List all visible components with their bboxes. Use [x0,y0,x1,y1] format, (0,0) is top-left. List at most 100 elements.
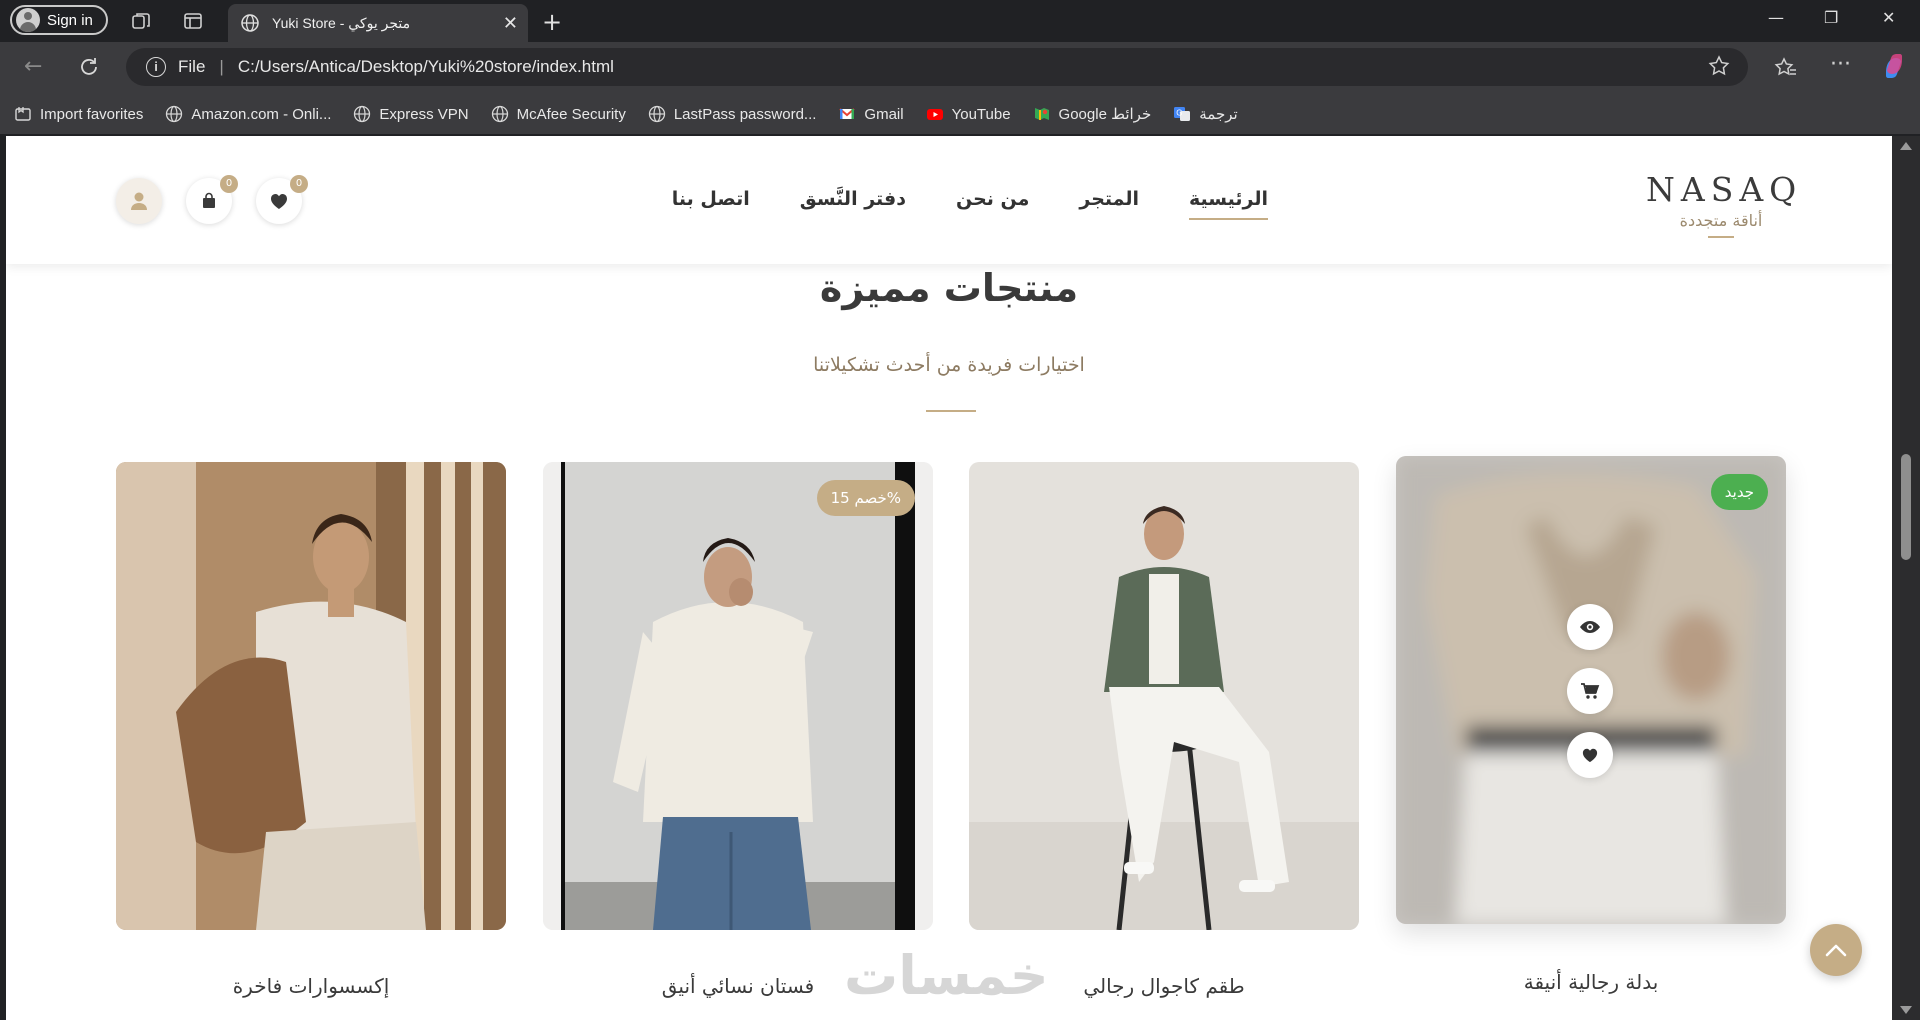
user-icon [131,192,147,210]
heart-icon [271,194,287,209]
bookmark-label: Gmail [864,105,904,123]
product-name[interactable]: بدلة رجالية أنيقة [1396,970,1786,994]
product-card[interactable]: خصم 15% [543,462,933,930]
product-image-casual [969,462,1359,930]
shopping-bag-icon [203,192,215,208]
product-name[interactable]: إكسسوارات فاخرة [116,974,506,998]
web-page: NASAQ أناقة متجددة الرئيسية المتجر من نح… [6,136,1892,1020]
bookmark-label: Google خرائط [1058,106,1152,123]
gmail-icon [839,108,856,119]
refresh-icon[interactable] [78,56,100,78]
main-navigation: الرئيسية المتجر من نحن دفتر النَّسق اتصل… [672,188,1268,220]
logo-tagline: أناقة متجددة [1679,211,1763,230]
url-scheme: File [178,57,206,76]
logo-name: NASAQ [1646,170,1803,209]
logo-underline [1708,236,1734,238]
product-card[interactable] [969,462,1359,930]
cart-button[interactable]: 0 [186,175,238,224]
browser-tab-bar: Sign in Yuki Store - متجر يوكي ✕ + — ❐ ✕ [0,0,1920,42]
globe-icon [241,14,259,32]
section-subtitle: اختيارات فريدة من أحدث تشكيلاتنا [813,354,1085,376]
scroll-up-icon[interactable] [1900,142,1912,150]
bookmark-lastpass[interactable]: LastPass password... [648,105,817,123]
discount-badge: خصم 15% [816,480,915,516]
product-card[interactable] [116,462,506,930]
bookmark-label: Import favorites [40,105,144,123]
bookmark-google-maps[interactable]: Google خرائط [1033,105,1152,123]
wishlist-button[interactable]: 0 [256,175,308,224]
bookmark-youtube[interactable]: YouTube [926,105,1011,123]
bookmark-label: McAfee Security [516,105,626,123]
url-field[interactable]: i File | C:/Users/Antica/Desktop/Yuki%20… [126,48,1748,86]
back-icon[interactable]: ← [24,54,42,79]
copilot-icon[interactable] [1880,52,1908,80]
globe-icon [354,105,371,123]
nav-contact[interactable]: اتصل بنا [672,188,750,220]
url-text[interactable]: C:/Users/Antica/Desktop/Yuki%20store/ind… [238,57,614,77]
section-title: منتجات مميزة [819,266,1079,310]
product-image-dress [543,462,933,930]
profile-avatar-icon [16,8,40,32]
bookmark-label: YouTube [951,105,1011,123]
more-menu-icon[interactable]: ··· [1830,52,1851,77]
signin-label: Sign in [47,11,93,29]
nav-home[interactable]: الرئيسية [1189,188,1268,220]
bookmark-label: ترجمة [1199,106,1238,123]
bookmark-label: Express VPN [379,105,469,123]
import-icon [15,107,31,121]
close-window-icon[interactable]: ✕ [1882,8,1895,27]
active-tab[interactable]: Yuki Store - متجر يوكي ✕ [228,4,528,42]
nav-lookbook[interactable]: دفتر النَّسق [800,188,906,220]
bookmarks-bar: Import favorites Amazon.com - Onli... Ex… [0,94,1920,134]
nav-shop[interactable]: المتجر [1079,188,1139,220]
address-bar-row: ← i File | C:/Users/Antica/Desktop/Yuki%… [0,42,1920,94]
maps-icon [1034,108,1049,120]
eye-icon [1580,621,1600,633]
new-tab-icon[interactable]: + [542,8,562,36]
svg-text:G: G [1176,109,1182,118]
scroll-down-icon[interactable] [1900,1006,1912,1014]
url-separator: | [219,57,224,76]
bookmark-label: LastPass password... [673,105,817,123]
add-to-wishlist-button[interactable] [1567,732,1613,778]
favorites-icon[interactable] [1774,56,1798,80]
bookmark-import-favorites[interactable]: Import favorites [14,105,143,123]
globe-icon [166,105,183,123]
bookmark-label: Amazon.com - Onli... [191,105,332,123]
favorite-star-icon[interactable] [1708,55,1730,77]
site-header: NASAQ أناقة متجددة الرئيسية المتجر من نح… [6,136,1892,264]
bookmark-amazon[interactable]: Amazon.com - Onli... [165,105,331,123]
cart-count-badge: 0 [220,175,238,193]
globe-icon [491,105,508,123]
site-info-icon[interactable]: i [146,57,166,77]
product-image-accessories [116,462,506,930]
youtube-icon [926,109,943,120]
bookmark-translate[interactable]: G ترجمة [1173,105,1238,123]
nav-about[interactable]: من نحن [956,188,1029,220]
account-button[interactable] [116,178,162,224]
chevron-up-icon [1825,944,1847,957]
product-card[interactable]: جديد [1396,456,1786,924]
add-to-cart-button[interactable] [1567,668,1613,714]
wishlist-count-badge: 0 [290,175,308,193]
scrollbar-thumb[interactable] [1901,454,1911,560]
site-logo[interactable]: NASAQ أناقة متجددة [1646,170,1796,238]
bookmark-gmail[interactable]: Gmail [838,105,904,123]
page-scrollbar[interactable] [1892,136,1920,1020]
quick-view-button[interactable] [1567,604,1613,650]
close-tab-icon[interactable]: ✕ [503,13,518,34]
tab-actions-icon[interactable] [182,10,204,32]
minimize-icon[interactable]: — [1768,8,1784,27]
globe-icon [648,105,665,123]
heart-icon [1582,748,1598,763]
bookmark-mcafee[interactable]: McAfee Security [491,105,626,123]
scroll-to-top-button[interactable] [1810,924,1862,976]
new-badge: جديد [1710,474,1768,510]
cart-icon [1581,683,1600,699]
restore-icon[interactable]: ❐ [1824,8,1838,27]
section-divider [926,410,976,412]
profile-signin-button[interactable]: Sign in [10,5,108,35]
bookmark-express-vpn[interactable]: Express VPN [353,105,469,123]
watermark-logo: خمسات [844,944,1049,1007]
workspaces-icon[interactable] [130,10,152,32]
